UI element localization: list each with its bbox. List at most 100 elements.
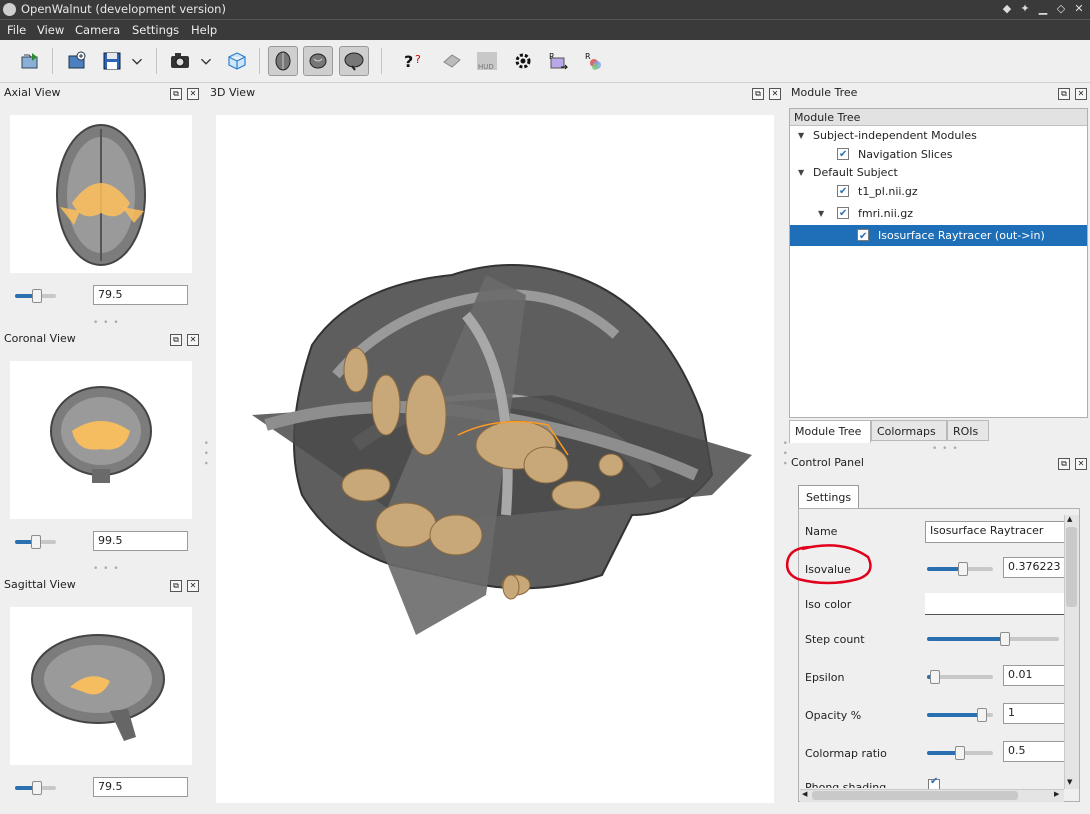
tree-item-fmri[interactable]: ▼ fmri.nii.gz [790,204,1087,223]
splitter-handle[interactable]: • • • [93,564,120,574]
window-pin-icon[interactable]: ✦ [1018,2,1032,15]
scroll-left-icon[interactable]: ◀ [802,790,807,798]
slider-handle[interactable] [930,670,940,684]
help-button[interactable]: ?? [399,46,429,76]
tree-item-navigation-slices[interactable]: Navigation Slices [790,145,1087,164]
undock-icon[interactable]: ⧉ [170,580,182,592]
close-window-icon[interactable]: ✕ [1072,2,1086,15]
window-menu-icon[interactable]: ◆ [1000,2,1014,15]
slider-handle[interactable] [955,746,965,760]
splitter-handle[interactable]: • • • [93,318,120,328]
checkbox-icon[interactable] [837,145,849,164]
splitter-handle[interactable]: • • • [932,444,959,454]
3d-view[interactable] [216,115,774,803]
epsilon-slider[interactable] [927,670,993,684]
checkbox-icon[interactable] [837,204,849,223]
save-dropdown-button[interactable] [127,46,147,76]
close-icon[interactable]: ✕ [187,88,199,100]
camera-dropdown-button[interactable] [196,46,216,76]
expand-arrow-icon[interactable]: ▼ [798,163,804,182]
close-icon[interactable]: ✕ [1075,458,1087,470]
close-icon[interactable]: ✕ [187,580,199,592]
menu-view[interactable]: View [37,23,64,37]
splitter-handle[interactable]: • • • [779,440,789,467]
axial-slice-toggle[interactable] [268,46,298,76]
maximize-icon[interactable]: ◇ [1054,2,1068,15]
menu-help[interactable]: Help [191,23,217,37]
tab-colormaps[interactable]: Colormaps [871,420,947,441]
control-panel-horizontal-scrollbar[interactable]: ◀ ▶ [800,789,1064,802]
scroll-right-icon[interactable]: ▶ [1054,790,1059,798]
close-icon[interactable]: ✕ [1075,88,1087,100]
plane-tool-button[interactable] [437,46,467,76]
axial-view-title: Axial View [4,86,61,99]
scroll-down-icon[interactable]: ▼ [1067,778,1072,786]
epsilon-field[interactable]: 0.01 [1003,665,1065,686]
screenshot-button[interactable] [165,46,195,76]
tree-item-t1[interactable]: t1_pl.nii.gz [790,182,1087,201]
minimize-icon[interactable]: ▁ [1036,2,1050,15]
menu-file[interactable]: File [7,23,26,37]
coronal-slice-toggle[interactable] [303,46,333,76]
opacity-slider[interactable] [927,708,993,722]
close-icon[interactable]: ✕ [187,334,199,346]
module-tree-header[interactable]: Module Tree [790,109,1087,126]
iso-color-swatch[interactable] [925,593,1065,615]
undock-icon[interactable]: ⧉ [1058,88,1070,100]
coronal-slice-value[interactable]: 99.5 [93,531,188,551]
tab-module-tree[interactable]: Module Tree [789,420,871,443]
coronal-slice-slider[interactable] [15,535,56,549]
slider-handle[interactable] [31,535,41,549]
name-field[interactable]: Isosurface Raytracer [925,521,1065,543]
tab-settings[interactable]: Settings [798,485,859,509]
step-count-slider[interactable] [927,632,1059,646]
checkbox-icon[interactable] [837,182,849,201]
undock-icon[interactable]: ⧉ [170,88,182,100]
colormap-ratio-slider[interactable] [927,746,993,760]
splitter-handle[interactable]: • • • [200,440,210,467]
slider-handle[interactable] [1000,632,1010,646]
roi-branch-button[interactable]: R [579,46,609,76]
colormap-ratio-field[interactable]: 0.5 [1003,741,1065,762]
sagittal-slice-toggle[interactable] [339,46,369,76]
expand-arrow-icon[interactable]: ▼ [818,204,824,223]
axial-slice-value[interactable]: 79.5 [93,285,188,305]
scrollbar-thumb[interactable] [1066,527,1077,607]
tab-rois[interactable]: ROIs [947,420,989,441]
scrollbar-thumb[interactable] [812,791,1018,800]
undock-icon[interactable]: ⧉ [1058,458,1070,470]
sagittal-view[interactable] [10,607,192,765]
sagittal-slice-value[interactable]: 79.5 [93,777,188,797]
open-project-button[interactable] [15,46,45,76]
scroll-up-icon[interactable]: ▲ [1067,515,1072,523]
open-project-icon [21,53,38,69]
sagittal-slice-slider[interactable] [15,781,56,795]
checkbox-icon[interactable] [857,226,869,247]
slider-handle[interactable] [977,708,987,722]
slider-handle[interactable] [32,781,42,795]
save-button[interactable] [97,46,127,76]
tree-item-default-subject[interactable]: ▼ Default Subject [790,163,1087,182]
settings-gear-button[interactable] [508,46,538,76]
reset-camera-button[interactable] [222,46,252,76]
menu-camera[interactable]: Camera [75,23,120,37]
axial-view[interactable] [10,115,192,273]
isovalue-slider[interactable] [927,562,993,576]
expand-arrow-icon[interactable]: ▼ [798,126,804,145]
control-panel-vertical-scrollbar[interactable]: ▲ ▼ [1064,515,1079,789]
load-data-button[interactable] [62,46,92,76]
coronal-view[interactable] [10,361,192,519]
slider-handle[interactable] [958,562,968,576]
close-icon[interactable]: ✕ [769,88,781,100]
undock-icon[interactable]: ⧉ [170,334,182,346]
axial-slice-slider[interactable] [15,289,56,303]
undock-icon[interactable]: ⧉ [752,88,764,100]
opacity-field[interactable]: 1 [1003,703,1065,724]
isovalue-field[interactable]: 0.376223 [1003,557,1065,578]
hud-button[interactable]: HUD [472,46,502,76]
slider-handle[interactable] [32,289,42,303]
roi-tool-button[interactable]: R [543,46,573,76]
tree-item-isosurface-raytracer[interactable]: Isosurface Raytracer (out->in) [790,225,1087,247]
tree-item-subject-independent[interactable]: ▼ Subject-independent Modules [790,126,1087,145]
menu-settings[interactable]: Settings [132,23,179,37]
